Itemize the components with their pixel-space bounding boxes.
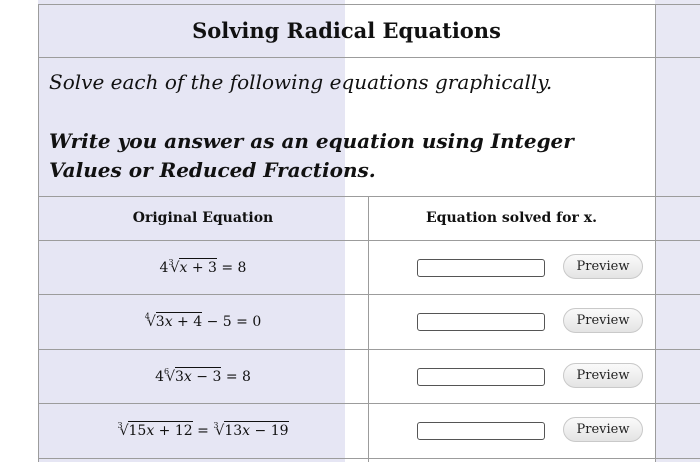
answer-format-instruction: Write you answer as an equation using In… — [49, 129, 574, 182]
equation-1: 43√x + 3 = 8 — [159, 258, 247, 276]
preview-button-2[interactable]: Preview — [563, 308, 643, 333]
preview-button-1[interactable]: Preview — [563, 254, 643, 279]
equation-4: 3√15x + 12 = 3√13x − 19 — [117, 421, 289, 439]
answer-input-1[interactable] — [417, 259, 545, 277]
equation-2: 4√3x + 4 − 5 = 0 — [144, 312, 262, 330]
equation-3: 46√3x − 3 = 8 — [155, 367, 251, 385]
answer-input-2[interactable] — [417, 313, 545, 331]
instruction-text: Solve each of the following equations gr… — [49, 70, 553, 94]
preview-button-4[interactable]: Preview — [563, 417, 643, 442]
preview-button-3[interactable]: Preview — [563, 363, 643, 388]
column-header-solved: Equation solved for x. — [426, 210, 597, 226]
page-title: Solving Radical Equations — [192, 18, 501, 43]
column-header-original: Original Equation — [132, 210, 274, 226]
problem-content: Solving Radical Equations Solve each of … — [0, 0, 700, 462]
answer-input-4[interactable] — [417, 422, 545, 440]
answer-input-3[interactable] — [417, 368, 545, 386]
